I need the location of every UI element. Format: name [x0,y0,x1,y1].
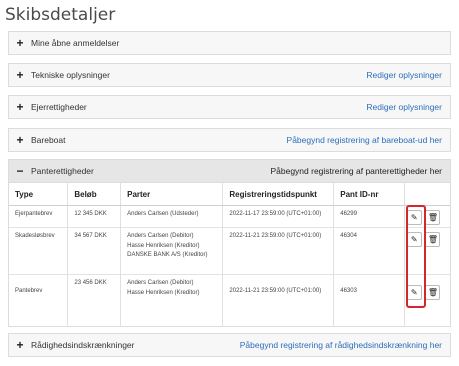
col-header-id: Pant ID-nr [333,183,405,206]
cell-parties: Anders Carlsen (Udsteder) [120,205,224,228]
col-header-timestamp: Registreringstidspunkt [222,183,335,206]
delete-button[interactable]: 🗑 [425,232,441,247]
delete-button[interactable]: 🗑 [425,210,441,225]
register-restriction-link[interactable]: Påbegynd registrering af rådighedsindskr… [240,340,450,350]
panel-bareboat[interactable]: + Bareboat Påbegynd registrering af bare… [8,128,451,152]
panel-mine-abne-anmeldelser[interactable]: + Mine åbne anmeldelser [8,31,451,55]
cell-amount: 23 456 DKK [67,274,122,327]
cell-id: 46299 [333,205,405,228]
edit-ownership-link[interactable]: Rediger oplysninger [366,102,450,112]
col-header-actions [404,183,450,206]
panel-label: Bareboat [31,135,66,145]
cell-timestamp: 2022-11-17 23:59:00 (UTC+01:00) [222,205,335,228]
panel-label: Mine åbne anmeldelser [31,38,120,48]
cell-timestamp: 2022-11-21 23:59:00 (UTC+01:00) [222,274,335,327]
cell-parties: Anders Carlsen (Debitor) Hasse Henriksen… [120,274,224,327]
col-header-parties: Parter [120,183,224,206]
table-row: Ejerpantebrev 12 345 DKK Anders Carlsen … [9,205,450,228]
cell-amount: 34 567 DKK [67,227,122,275]
cell-type: Ejerpantebrev [9,205,69,228]
panel-label: Ejerrettigheder [31,102,87,112]
edit-technical-link[interactable]: Rediger oplysninger [366,70,450,80]
col-header-type: Type [9,183,69,206]
plus-icon: + [16,100,24,114]
delete-button[interactable]: 🗑 [425,285,441,300]
cell-timestamp: 2022-11-21 23:59:00 (UTC+01:00) [222,227,335,275]
table-row: Skadesløsbrev 34 567 DKK Anders Carlsen … [9,227,450,275]
table-header-row: Type Beløb Parter Registreringstidspunkt… [9,183,450,206]
party: Hasse Henriksen (Kreditor) [127,289,200,296]
plus-icon: + [16,338,24,352]
mortgage-table-container: Type Beløb Parter Registreringstidspunkt… [8,183,451,327]
panel-ejerrettigheder[interactable]: + Ejerrettigheder Rediger oplysninger [8,95,451,119]
register-bareboat-link[interactable]: Påbegynd registrering af bareboat-ud her [287,135,450,145]
party: DANSKE BANK A/S (Kreditor) [127,252,208,258]
cell-amount: 12 345 DKK [67,205,122,228]
party: Anders Carlsen (Debitor) [127,280,194,286]
panel-tekniske-oplysninger[interactable]: + Tekniske oplysninger Rediger oplysning… [8,63,451,87]
register-mortgage-link[interactable]: Påbegynd registrering af panterettighede… [270,166,450,176]
mortgage-table: Type Beløb Parter Registreringstidspunkt… [9,183,450,327]
party: Hasse Henriksen (Kreditor) [127,242,200,249]
page-title: Skibsdetaljer [5,5,116,25]
panel-radighedsindskraenkninger[interactable]: + Rådighedsindskrænkninger Påbegynd regi… [8,333,451,357]
col-header-amount: Beløb [67,183,122,206]
panel-label: Tekniske oplysninger [31,70,110,80]
table-row: Pantebrev 23 456 DKK Anders Carlsen (Deb… [9,274,450,327]
panel-label: Rådighedsindskrænkninger [31,340,135,350]
plus-icon: + [16,133,24,147]
cell-id: 46304 [333,227,405,275]
plus-icon: + [16,36,24,50]
cell-id: 46303 [333,274,405,327]
panel-panterettigheder[interactable]: − Panterettigheder Påbegynd registrering… [8,159,451,183]
cell-type: Pantebrev [9,274,69,327]
party: Anders Carlsen (Debitor) [127,233,194,239]
plus-icon: + [16,68,24,82]
cell-type: Skadesløsbrev [9,227,69,275]
minus-icon: − [16,164,24,178]
cell-parties: Anders Carlsen (Debitor) Hasse Henriksen… [120,227,224,275]
edit-buttons-highlight [406,205,426,308]
panel-label: Panterettigheder [31,166,94,176]
party: Anders Carlsen (Udsteder) [127,211,199,217]
